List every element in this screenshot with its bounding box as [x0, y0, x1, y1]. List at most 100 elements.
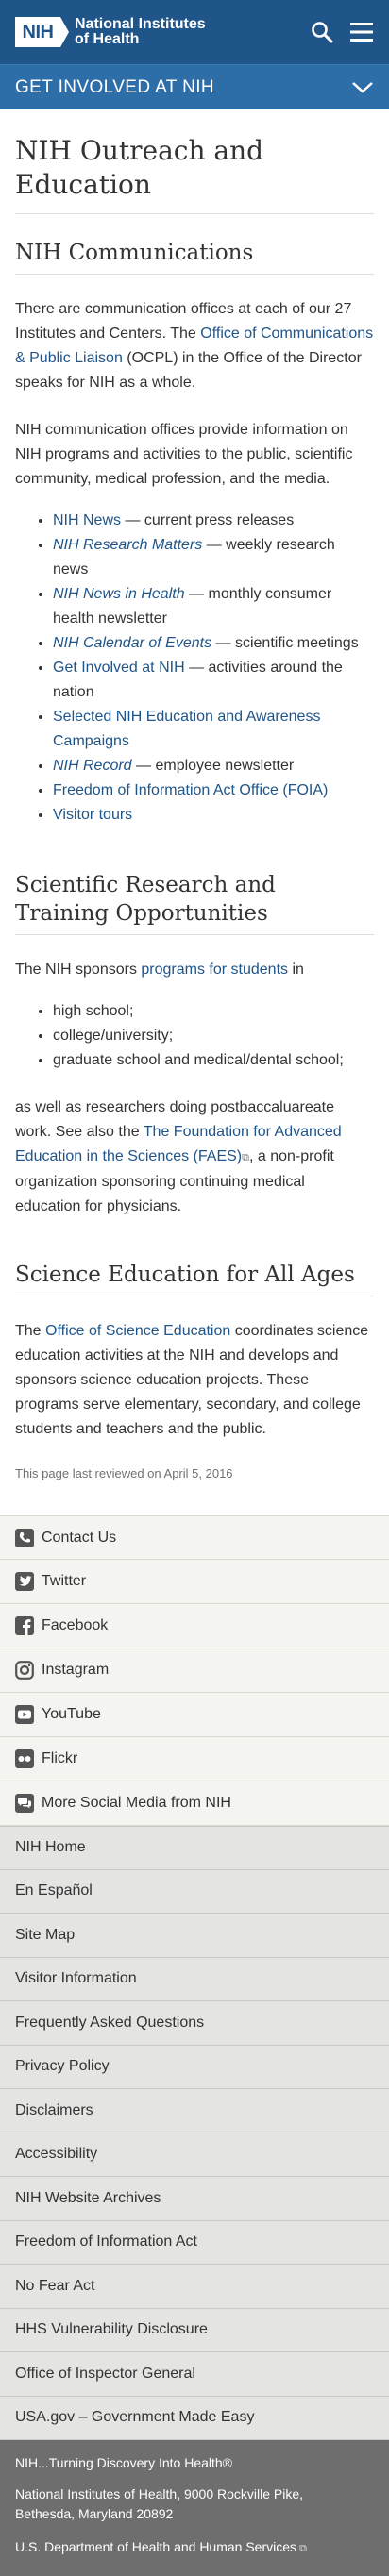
social-label: Flickr [42, 1750, 78, 1766]
logo-name-line1: National Institutes [75, 16, 206, 32]
hhs-link-text: U.S. Department of Health and Human Serv… [15, 2539, 297, 2554]
calendar-of-events-link[interactable]: NIH Calendar of Events [53, 635, 211, 651]
facebook-icon [15, 1616, 34, 1635]
text: coordinates science education activities… [15, 1323, 369, 1437]
list-item: NIH Record — employee newsletter [53, 754, 374, 778]
search-icon [312, 22, 333, 43]
flickr-icon [15, 1749, 34, 1768]
list-item: Selected NIH Education and Awareness Cam… [53, 705, 374, 754]
footer-link-website-archives[interactable]: NIH Website Archives [0, 2177, 389, 2221]
visitor-tours-link[interactable]: Visitor tours [53, 807, 132, 823]
twitter-icon [15, 1572, 34, 1591]
footer-link-inspector-general[interactable]: Office of Inspector General [0, 2352, 389, 2397]
last-reviewed: This page last reviewed on April 5, 2016 [15, 1466, 233, 1480]
social-twitter[interactable]: Twitter [0, 1560, 389, 1604]
section-nav-label: GET INVOLVED AT NIH [15, 76, 215, 97]
footer-link-visitor-information[interactable]: Visitor Information [0, 1958, 389, 2001]
social-instagram[interactable]: Instagram [0, 1648, 389, 1693]
list-item: NIH Calendar of Events — scientific meet… [53, 631, 374, 656]
social-more[interactable]: More Social Media from NIH [0, 1781, 389, 1826]
social-label: Twitter [42, 1573, 87, 1589]
chevron-down-icon [352, 81, 373, 93]
section-heading-communications: NIH Communications [15, 239, 374, 275]
hamburger-menu-icon [350, 23, 373, 42]
communications-list: NIH News — current press releases NIH Re… [15, 509, 374, 828]
section-nav-toggle[interactable]: GET INVOLVED AT NIH [0, 64, 389, 109]
social-label: Instagram [42, 1662, 110, 1678]
hhs-link[interactable]: U.S. Department of Health and Human Serv… [15, 2539, 307, 2554]
list-item: graduate school and medical/dental schoo… [53, 1048, 374, 1073]
footer-address: National Institutes of Health, 9000 Rock… [15, 2484, 374, 2524]
site-footer: NIH...Turning Discovery Into Health® Nat… [0, 2440, 389, 2576]
footer-link-privacy-policy[interactable]: Privacy Policy [0, 2046, 389, 2089]
social-links: Contact Us Twitter Facebook Instagram Yo… [0, 1515, 389, 1826]
nih-logo-mark: NIH [15, 17, 69, 47]
footer-link-no-fear-act[interactable]: No Fear Act [0, 2265, 389, 2309]
footer-link-foia[interactable]: Freedom of Information Act [0, 2221, 389, 2265]
communications-description: NIH communication offices provide inform… [15, 422, 353, 487]
header-actions [310, 20, 374, 44]
social-contact-us[interactable]: Contact Us [0, 1515, 389, 1560]
research-intro: The NIH sponsors programs for students i… [15, 958, 374, 982]
social-flickr[interactable]: Flickr [0, 1737, 389, 1781]
footer-link-nih-home[interactable]: NIH Home [0, 1826, 389, 1870]
chat-icon [15, 1794, 34, 1813]
list-item-desc: — scientific meetings [211, 635, 359, 651]
menu-button[interactable] [349, 20, 374, 44]
text: The [15, 1323, 46, 1339]
instagram-icon [15, 1661, 34, 1680]
section-heading-research: Scientific Research and Training Opportu… [15, 871, 374, 935]
nih-logo[interactable]: NIH National Institutes of Health [15, 17, 206, 47]
text: The NIH sponsors [15, 962, 142, 978]
education-levels-list: high school; college/university; graduat… [15, 999, 374, 1073]
nih-record-link[interactable]: NIH Record [53, 758, 132, 774]
search-button[interactable] [310, 20, 334, 44]
social-label: YouTube [42, 1706, 101, 1722]
social-label: Contact Us [42, 1529, 117, 1546]
foia-office-link[interactable]: Freedom of Information Act Office (FOIA) [53, 782, 328, 798]
phone-icon [15, 1528, 34, 1547]
social-label: Facebook [42, 1617, 109, 1633]
list-item: Visitor tours [53, 803, 374, 828]
social-label: More Social Media from NIH [42, 1795, 231, 1811]
footer-link-accessibility[interactable]: Accessibility [0, 2133, 389, 2177]
research-faes: as well as researchers doing postbaccalu… [15, 1096, 374, 1219]
footer-link-hhs-vulnerability[interactable]: HHS Vulnerability Disclosure [0, 2309, 389, 2352]
science-education-text: The Office of Science Education coordina… [15, 1319, 374, 1442]
list-item: Freedom of Information Act Office (FOIA) [53, 778, 374, 803]
social-facebook[interactable]: Facebook [0, 1604, 389, 1648]
footer-links: NIH Home En Español Site Map Visitor Inf… [0, 1826, 389, 2440]
footer-link-espanol[interactable]: En Español [0, 1870, 389, 1914]
page-title: NIH Outreach and Education [15, 109, 374, 214]
external-link-icon: ⧉ [296, 2543, 307, 2554]
list-item: NIH News — current press releases [53, 509, 374, 533]
logo-name-line2: of Health [75, 31, 140, 47]
nih-news-link[interactable]: NIH News [53, 512, 121, 528]
footer-tagline: NIH...Turning Discovery Into Health® [15, 2455, 232, 2470]
list-item: high school; [53, 999, 374, 1024]
news-in-health-link[interactable]: NIH News in Health [53, 586, 185, 602]
office-of-science-education-link[interactable]: Office of Science Education [45, 1323, 230, 1339]
student-programs-link[interactable]: programs for students [141, 962, 288, 978]
footer-link-usa-gov[interactable]: USA.gov – Government Made Easy [0, 2397, 389, 2440]
get-involved-link[interactable]: Get Involved at NIH [53, 660, 185, 676]
list-item-desc: — employee newsletter [131, 758, 295, 774]
social-youtube[interactable]: YouTube [0, 1693, 389, 1737]
campaigns-link[interactable]: Selected NIH Education and Awareness Cam… [53, 709, 320, 749]
site-header: NIH National Institutes of Health [0, 0, 389, 64]
youtube-icon [15, 1705, 34, 1724]
list-item: college/university; [53, 1024, 374, 1048]
list-item-desc: — current press releases [121, 512, 295, 528]
nih-logo-text: National Institutes of Health [75, 17, 206, 47]
list-item: NIH News in Health — monthly consumer he… [53, 582, 374, 631]
list-item: NIH Research Matters — weekly research n… [53, 533, 374, 582]
footer-link-site-map[interactable]: Site Map [0, 1914, 389, 1958]
main-content: NIH Outreach and Education NIH Communica… [0, 109, 389, 1515]
footer-link-disclaimers[interactable]: Disclaimers [0, 2089, 389, 2133]
address-line1: National Institutes of Health, 9000 Rock… [15, 2486, 304, 2501]
footer-link-faq[interactable]: Frequently Asked Questions [0, 2001, 389, 2046]
text: in [288, 962, 304, 978]
research-matters-link[interactable]: NIH Research Matters [53, 537, 202, 553]
communications-intro: There are communication offices at each … [15, 297, 374, 395]
list-item: Get Involved at NIH — activities around … [53, 656, 374, 705]
